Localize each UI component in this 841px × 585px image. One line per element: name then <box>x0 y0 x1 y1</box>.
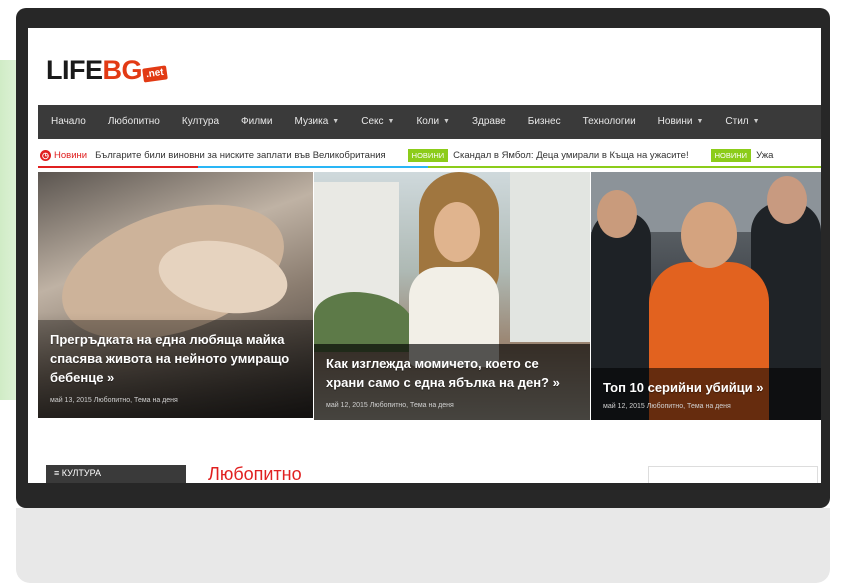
ticker-divider <box>38 166 821 168</box>
featured-slide[interactable]: Прегръдката на една любяща майка спасява… <box>38 172 313 418</box>
nav-item-news[interactable]: Новини ▼ <box>647 105 715 139</box>
logo-text-accent: BG <box>102 55 143 85</box>
slide-meta: май 12, 2015 Любопитно, Тема на деня <box>326 402 454 409</box>
content-area: ≡ КУЛТУРА Любопитно <box>28 420 821 483</box>
chevron-down-icon: ▼ <box>387 118 395 125</box>
slide-image-shape <box>434 202 480 262</box>
featured-slide[interactable]: Топ 10 серийни убийци » май 12, 2015 Люб… <box>591 172 821 420</box>
logo-badge: .net <box>142 65 168 83</box>
chevron-down-icon: ▼ <box>443 118 450 125</box>
clock-icon: ◷ <box>40 149 51 161</box>
nav-item-music[interactable]: Музика ▼ <box>284 105 351 139</box>
nav-item-style[interactable]: Стил ▼ <box>714 105 770 139</box>
nav-label: Култура <box>181 116 220 127</box>
section-title: Любопитно <box>208 464 302 483</box>
featured-slide[interactable]: Как изглежда момичето, което се храни са… <box>314 172 590 420</box>
slide-image-shape <box>767 176 807 224</box>
sidebar-box <box>648 466 818 483</box>
ticker-item[interactable]: Скандал в Ямбол: Деца умирали в Къща на … <box>453 150 688 161</box>
slide-caption: Как изглежда момичето, което се храни са… <box>314 344 590 420</box>
nav-item-curious[interactable]: Любопитно <box>97 105 171 139</box>
slide-meta: май 13, 2015 Любопитно, Тема на деня <box>50 397 178 404</box>
page: LIFE BG .net Начало Любопитно Култура Фи… <box>0 0 841 585</box>
nav-item-sex[interactable]: Секс ▼ <box>350 105 405 139</box>
nav-label: Здраве <box>471 116 506 127</box>
nav-label: Музика <box>294 116 329 127</box>
slide-title[interactable]: Топ 10 серийни убийци » <box>603 378 809 397</box>
category-widget-header[interactable]: ≡ КУЛТУРА <box>46 465 186 483</box>
site-header: LIFE BG .net <box>28 28 821 102</box>
nav-label: Филми <box>241 116 273 127</box>
nav-label: Коли <box>416 116 440 127</box>
nav-label: Начало <box>51 116 86 127</box>
nav-label: Новини <box>657 116 693 127</box>
slide-title[interactable]: Как изглежда момичето, което се храни са… <box>326 354 578 392</box>
ticker-tag: НОВИНИ <box>407 148 449 162</box>
featured-slider: Прегръдката на една любяща майка спасява… <box>38 172 821 420</box>
news-ticker: ◷ Новини Българите били виновни за ниски… <box>38 144 821 166</box>
slide-image-shape <box>597 190 637 238</box>
nav-item-home[interactable]: Начало <box>40 105 97 139</box>
chevron-down-icon: ▼ <box>332 118 340 125</box>
nav-label: Любопитно <box>107 116 160 127</box>
chevron-down-icon: ▼ <box>696 118 704 125</box>
site-logo[interactable]: LIFE BG .net <box>46 54 168 85</box>
chevron-down-icon: ▼ <box>752 118 760 125</box>
monitor-stand <box>16 508 830 583</box>
nav-label: Секс <box>361 116 384 127</box>
nav-label: Бизнес <box>527 116 561 127</box>
nav-item-business[interactable]: Бизнес <box>517 105 572 139</box>
slide-image-shape <box>681 202 737 268</box>
nav-item-culture[interactable]: Култура <box>171 105 230 139</box>
nav-item-health[interactable]: Здраве <box>461 105 517 139</box>
slide-title[interactable]: Прегръдката на една любяща майка спасява… <box>50 330 301 387</box>
slide-image-shape <box>510 172 590 342</box>
slide-meta: май 12, 2015 Любопитно, Тема на деня <box>603 403 731 410</box>
ticker-tag: НОВИНИ <box>710 148 752 162</box>
nav-label: Стил <box>725 116 749 127</box>
slide-caption: Топ 10 серийни убийци » май 12, 2015 Люб… <box>591 368 821 420</box>
website-screen: LIFE BG .net Начало Любопитно Култура Фи… <box>28 28 821 483</box>
nav-item-films[interactable]: Филми <box>230 105 283 139</box>
slide-image-shape <box>314 292 414 352</box>
nav-item-cars[interactable]: Коли ▼ <box>405 105 461 139</box>
ticker-item[interactable]: Българите били виновни за ниските заплат… <box>95 150 386 161</box>
ticker-label-text: Новини <box>54 149 88 161</box>
main-navigation: Начало Любопитно Култура Филми Музика ▼ С… <box>38 105 821 139</box>
logo-text-main: LIFE <box>46 55 103 85</box>
slide-caption: Прегръдката на една любяща майка спасява… <box>38 320 313 418</box>
ticker-label: ◷ Новини <box>40 149 88 161</box>
nav-label: Технологии <box>582 116 636 127</box>
nav-item-technology[interactable]: Технологии <box>572 105 647 139</box>
ticker-item[interactable]: Ужа <box>756 150 773 161</box>
